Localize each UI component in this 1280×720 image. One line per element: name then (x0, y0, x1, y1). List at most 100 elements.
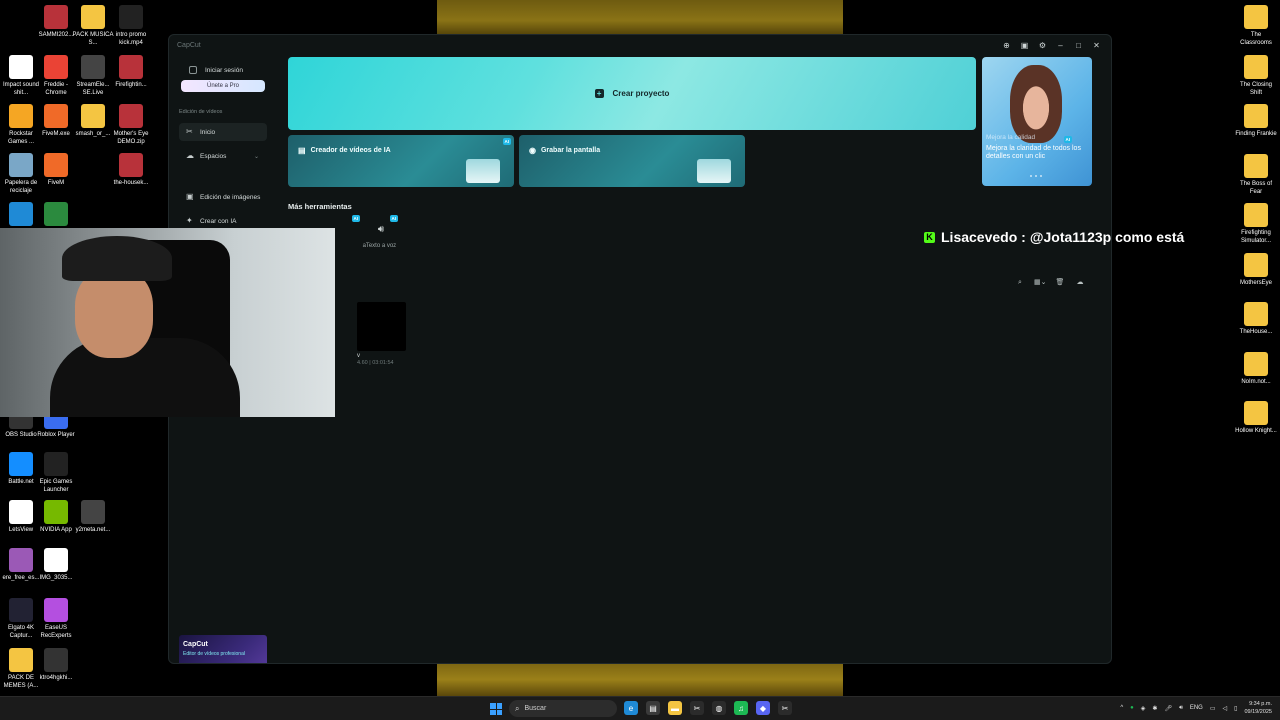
chrome-icon[interactable]: ◍ (712, 701, 726, 715)
elgato-icon (9, 598, 33, 622)
desktop-icon[interactable]: Finding Frankie (1235, 104, 1277, 138)
speaker-icon[interactable]: ◁ (1223, 705, 1228, 712)
feedback-icon[interactable]: ▣ (1020, 41, 1029, 50)
chat-message: @Jota1123p como está (1029, 229, 1185, 245)
folder-icon (81, 5, 105, 29)
desktop-icon[interactable]: Hollow Knight... (1235, 401, 1277, 435)
desktop-icon[interactable]: FiveM.exe (35, 104, 77, 138)
desktop-icon-label: smash_or_... (75, 131, 111, 137)
desktop-icon[interactable]: StreamEle... SE.Live (72, 55, 114, 97)
spotify-tray-icon[interactable]: ● (1130, 705, 1134, 711)
promo-subtitle: Editor de vídeos profesional (183, 651, 245, 657)
join-pro-button[interactable]: Únete a Pro (181, 80, 265, 92)
desktop-icon[interactable]: TheHouse... (1235, 302, 1277, 336)
edge-icon[interactable]: e (624, 701, 638, 715)
start-button[interactable] (490, 703, 502, 715)
desktop-icon[interactable]: IMG_3035... (35, 548, 77, 582)
capcut-promo-card[interactable]: CapCut Editor de vídeos profesional (179, 635, 267, 663)
login-label: Iniciar sesión (205, 66, 243, 74)
desktop-icon-label: EaseUS RecExperts (40, 625, 72, 639)
battery-icon[interactable]: ▯ (1234, 705, 1237, 712)
nvidia-tray-icon[interactable]: ◈ (1141, 705, 1146, 712)
desktop-icon[interactable]: smash_or_... (72, 104, 114, 138)
desktop-icon[interactable]: MothersEye (1235, 252, 1277, 287)
desktop-icon[interactable]: y2meta.net... (72, 500, 114, 534)
create-project-button[interactable]: + Crear proyecto (288, 57, 976, 130)
media-icon (44, 548, 68, 572)
discord-icon[interactable]: ◆ (756, 701, 770, 715)
promo-banner[interactable]: AI Mejora la calidad Mejora la claridad … (982, 57, 1092, 186)
sidebar-item-image-editing[interactable]: ▣ Edición de imágenes (179, 188, 267, 206)
ai-badge: AI (389, 215, 398, 222)
user-icon (189, 66, 197, 74)
desktop-icon[interactable]: EaseUS RecExperts (35, 598, 77, 640)
settings-icon[interactable]: ⚙ (1038, 41, 1047, 50)
close-button[interactable]: ✕ (1092, 41, 1101, 50)
project-thumbnail[interactable] (357, 302, 406, 351)
desktop-icon[interactable]: The Classrooms (1235, 5, 1277, 47)
scissors-icon: ✂ (186, 127, 193, 136)
search-label: Buscar (524, 705, 547, 712)
title-bar[interactable]: CapCut ⊕ ▣ ⚙ – □ ✕ (169, 35, 1111, 57)
chevron-up-icon[interactable]: ^ (1120, 705, 1123, 711)
webcam-overlay (0, 228, 335, 417)
desktop-icon-label: the-housek... (113, 180, 149, 186)
capcut-active-icon[interactable]: ✂ (778, 701, 792, 715)
desktop-icon-label: Freddie - Chrome (43, 82, 68, 96)
desktop-icon[interactable]: NoIm.not... (1235, 351, 1277, 386)
desktop-icon[interactable] (35, 202, 77, 228)
folder-icon (1244, 401, 1268, 425)
desktop-icon[interactable]: the-housek... (110, 153, 152, 187)
video-file-icon (119, 5, 143, 29)
volume-icon[interactable]: 🔊︎ (1179, 705, 1183, 712)
ai-video-creator-card[interactable]: ▤ Creador de vídeos de IA AI (288, 135, 514, 187)
desktop-icon[interactable]: ktro4hgkhi... (35, 648, 77, 682)
chevron-down-icon: ⌄ (253, 153, 259, 160)
desktop-icon[interactable]: The Boss of Fear (1235, 153, 1277, 196)
tool-text-to-speech[interactable]: AI 🔊︎ Texto a voz (358, 215, 404, 249)
microphone-icon[interactable]: 🎤︎ (1164, 705, 1172, 712)
search-icon[interactable]: ⌕ (1014, 277, 1026, 289)
desktop-icon-label: The Classrooms (1240, 32, 1272, 46)
bluetooth-icon[interactable]: ✱ (1152, 705, 1157, 712)
minimize-button[interactable]: – (1056, 41, 1065, 50)
record-screen-card[interactable]: ◉ Grabar la pantalla (519, 135, 745, 187)
maximize-button[interactable]: □ (1074, 41, 1083, 50)
system-tray: ^ ● ◈ ✱ 🎤︎ 🔊︎ ENG ▭ ◁ ▯ 9:34 p.m. 09/19/… (1120, 700, 1272, 716)
file-explorer-icon[interactable]: ▬ (668, 701, 682, 715)
desktop-icon[interactable]: Mother's Eye DEMO.zip (110, 104, 152, 146)
app-title: CapCut (177, 42, 201, 49)
cloud-off-icon[interactable]: ☁ (1074, 277, 1086, 289)
desktop-icon[interactable]: Firefighting Simulator... (1235, 203, 1277, 245)
desktop-icon[interactable]: NVIDIA App (35, 500, 77, 534)
desktop-icon[interactable]: SAMMI202... (35, 5, 77, 39)
video-file-icon (44, 648, 68, 672)
sidebar-item-home[interactable]: ✂ Inicio (179, 123, 267, 141)
desktop-icon[interactable]: intro promo kick.mp4 (110, 5, 152, 47)
desktop-icon[interactable]: FiveM (35, 153, 77, 187)
taskbar-search[interactable]: ⌕ Buscar (509, 700, 617, 717)
fivem-icon (44, 153, 68, 177)
view-toggle-icon[interactable]: ▦⌄ (1034, 277, 1046, 289)
clock[interactable]: 9:34 p.m. 09/19/2025 (1244, 700, 1272, 716)
wallpaper-top (437, 0, 843, 34)
spotify-icon[interactable]: ♫ (734, 701, 748, 715)
network-icon[interactable]: ▭ (1210, 705, 1216, 712)
capcut-icon[interactable]: ✂ (690, 701, 704, 715)
desktop-icon[interactable]: Freddie - Chrome (35, 55, 77, 97)
upload-icon[interactable]: ⊕ (1002, 41, 1011, 50)
language-indicator[interactable]: ENG (1190, 705, 1203, 711)
folder-icon (1244, 5, 1268, 29)
desktop-icon[interactable]: The Closing Shift (1235, 54, 1277, 97)
sidebar-item-spaces[interactable]: ☁ Espacios ⌄ (179, 147, 267, 165)
login-button[interactable]: Iniciar sesión (179, 62, 265, 78)
desktop-icon[interactable]: Epic Games Launcher (35, 452, 77, 494)
carousel-dots[interactable] (1030, 175, 1042, 177)
media-icon (9, 55, 33, 79)
desktop-icon[interactable]: PACK MUSICA S... (72, 5, 114, 47)
desktop-icon[interactable]: Firefightin... (110, 55, 152, 89)
trash-icon[interactable]: 🗑︎ (1054, 277, 1066, 289)
store-icon[interactable]: ▤ (646, 701, 660, 715)
fivem-icon (44, 104, 68, 128)
desktop-icon-label: ktro4hgkhi... (39, 675, 73, 681)
